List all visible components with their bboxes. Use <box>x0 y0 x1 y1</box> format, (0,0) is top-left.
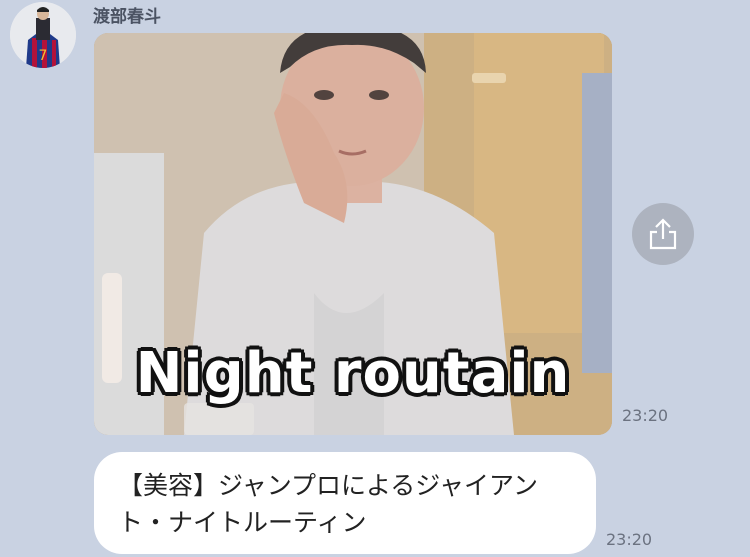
image-timestamp: 23:20 <box>622 406 669 425</box>
sender-name: 渡部春斗 <box>93 7 161 27</box>
text-timestamp: 23:20 <box>606 530 653 549</box>
message-text: 【美容】ジャンプロによるジャイアント・ナイトルーティン <box>118 471 539 537</box>
text-message-bubble[interactable]: 【美容】ジャンプロによるジャイアント・ナイトルーティン <box>94 452 596 554</box>
share-icon <box>649 218 677 250</box>
sender-avatar[interactable]: 7 <box>10 2 76 68</box>
svg-text:7: 7 <box>39 48 48 64</box>
share-button[interactable] <box>632 203 694 265</box>
avatar-image: 7 <box>10 2 76 68</box>
image-overlay-text: Night routain <box>135 341 571 406</box>
message-image[interactable]: Night routain <box>94 33 612 435</box>
